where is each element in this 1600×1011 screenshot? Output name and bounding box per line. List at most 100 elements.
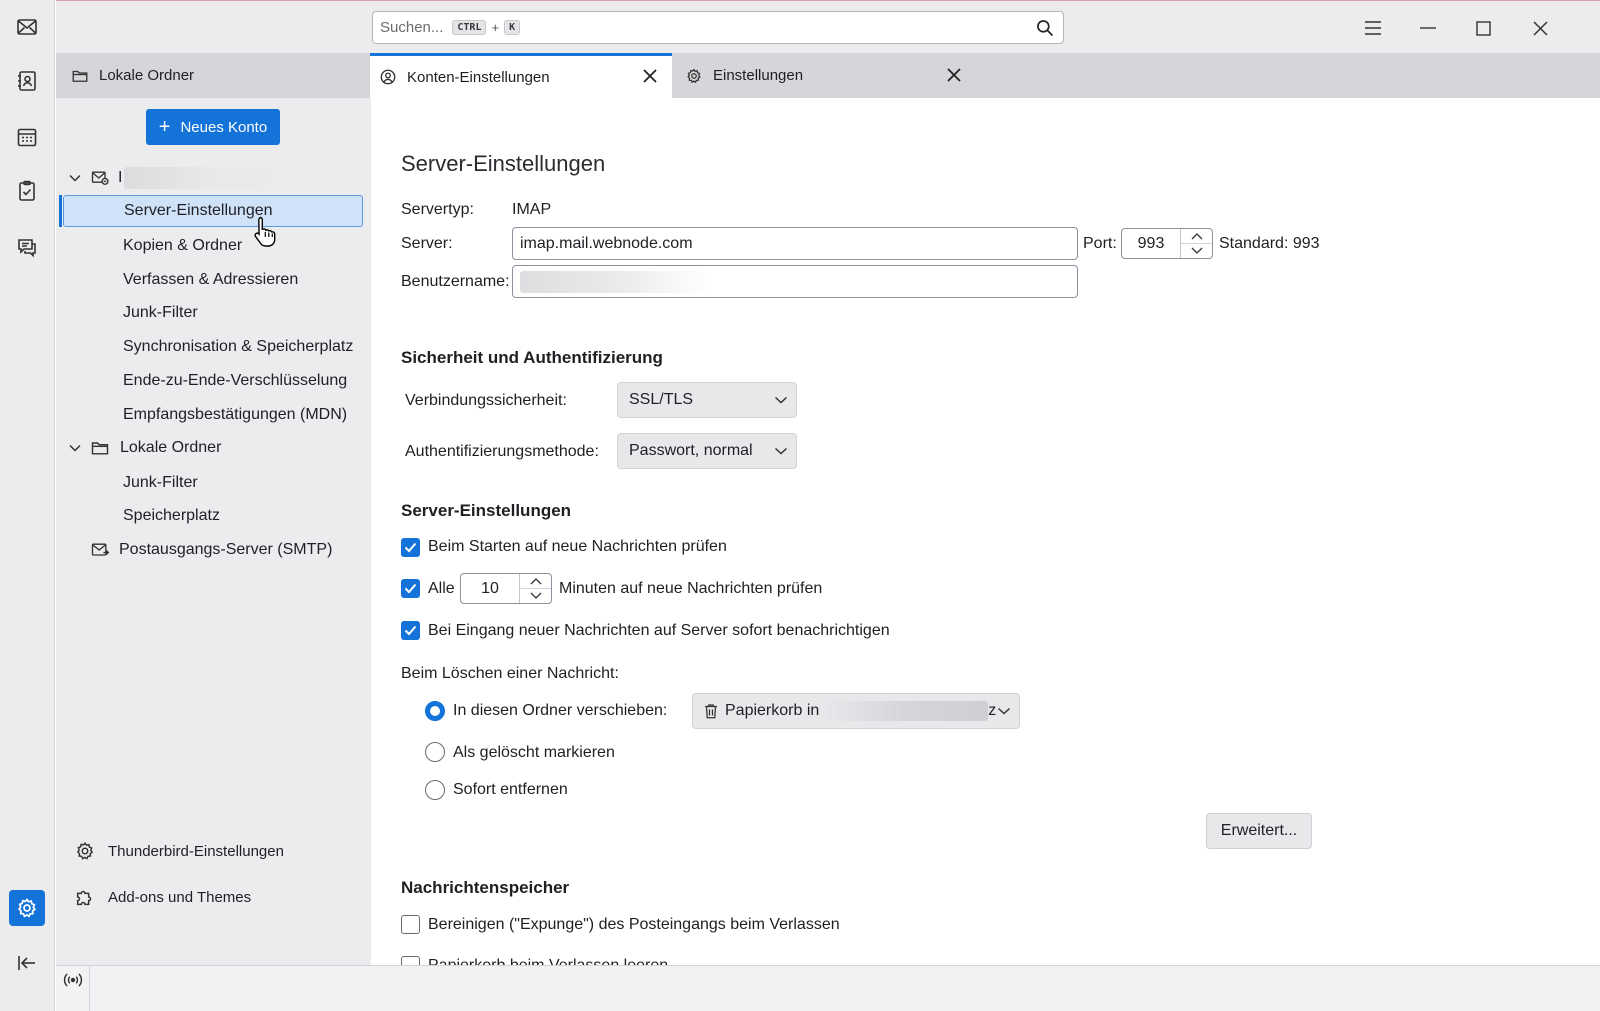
calendar-icon[interactable] <box>9 119 45 155</box>
tab-label: Einstellungen <box>713 67 804 84</box>
tree-item-label: Lokale Ordner <box>120 439 222 456</box>
settings-gear-icon[interactable] <box>9 890 45 926</box>
remove-immediately-radio[interactable] <box>425 780 445 800</box>
shortcut-key-k: K <box>504 20 521 35</box>
close-tab-icon[interactable] <box>944 65 964 85</box>
tree-local-junk-filter[interactable]: Junk-Filter <box>123 467 198 499</box>
addons-themes-link[interactable]: Add-ons und Themes <box>74 882 251 912</box>
server-label: Server: <box>401 235 453 252</box>
spaces-toolbar <box>0 0 55 1011</box>
tree-copies-folders[interactable]: Kopien & Ordner <box>123 230 242 262</box>
security-heading: Sicherheit und Authentifizierung <box>401 348 663 367</box>
mark-deleted-radio[interactable] <box>425 742 445 762</box>
tree-junk-filter[interactable]: Junk-Filter <box>123 297 198 329</box>
mail-account-icon <box>91 171 109 185</box>
tree-smtp-server[interactable]: Postausgangs-Server (SMTP) <box>90 534 332 566</box>
tab-settings[interactable]: Einstellungen <box>674 53 976 98</box>
tree-sync-storage[interactable]: Synchronisation & Speicherplatz <box>123 331 353 363</box>
check-every-checkbox[interactable] <box>401 579 420 598</box>
tab-local-folders[interactable]: Lokale Ordner <box>56 53 368 98</box>
new-account-button[interactable]: + Neues Konto <box>146 109 280 145</box>
port-stepper[interactable]: 993 <box>1121 228 1213 259</box>
thunderbird-settings-link[interactable]: Thunderbird-Einstellungen <box>74 836 284 866</box>
tasks-icon[interactable] <box>9 173 45 209</box>
tree-item-label: Synchronisation & Speicherplatz <box>123 338 354 355</box>
tree-item-label: Postausgangs-Server (SMTP) <box>119 541 333 558</box>
check-on-start-checkbox[interactable] <box>401 538 420 557</box>
selection-indicator <box>59 195 62 227</box>
move-to-folder-label: In diesen Ordner verschieben: <box>453 702 668 719</box>
tree-account-root[interactable]: I <box>68 162 358 194</box>
check-interval-stepper[interactable]: 10 <box>460 573 552 604</box>
tab-label: Lokale Ordner <box>99 67 195 84</box>
expunge-inbox-checkbox[interactable] <box>401 915 420 934</box>
tree-item-label: Ende-zu-Ende-Verschlüsselung <box>123 372 348 389</box>
puzzle-icon <box>76 890 92 906</box>
gear-icon <box>76 842 94 860</box>
tree-e2e-encryption[interactable]: Ende-zu-Ende-Verschlüsselung <box>123 365 347 397</box>
select-value: Passwort, normal <box>629 442 753 459</box>
chevron-down-icon <box>774 396 788 404</box>
select-value-tail: z <box>988 702 997 719</box>
trash-folder-select[interactable]: Papierkorb in z <box>692 693 1020 729</box>
tree-local-folders[interactable]: Lokale Ordner <box>68 432 221 464</box>
tree-item-label: Server-Einstellungen <box>124 202 273 219</box>
online-status-icon[interactable] <box>62 969 84 991</box>
server-settings-heading: Server-Einstellungen <box>401 501 572 520</box>
auth-method-select[interactable]: Passwort, normal <box>617 433 797 469</box>
tab-account-settings[interactable]: Konten-Einstellungen <box>370 53 672 98</box>
tree-item-label: Junk-Filter <box>123 474 198 491</box>
redacted-folder-account <box>823 701 989 721</box>
page-title: Server-Einstellungen <box>401 151 606 176</box>
close-tab-icon[interactable] <box>640 66 660 86</box>
minimize-icon[interactable] <box>1413 13 1443 43</box>
notify-immediately-checkbox[interactable] <box>401 621 420 640</box>
close-window-icon[interactable] <box>1525 13 1555 43</box>
remove-immediately-label: Sofort entfernen <box>453 781 568 798</box>
tree-local-storage[interactable]: Speicherplatz <box>123 500 220 532</box>
tree-item-label: Junk-Filter <box>123 304 198 321</box>
decrement-icon[interactable] <box>1181 243 1212 258</box>
chevron-down-icon[interactable] <box>68 441 82 455</box>
move-to-folder-radio[interactable] <box>425 701 445 721</box>
search-input[interactable]: Suchen... CTRL + K <box>372 11 1064 44</box>
tree-server-settings[interactable]: Server-Einstellungen <box>63 195 363 227</box>
search-icon[interactable] <box>1035 18 1055 38</box>
plus-icon: + <box>158 116 171 138</box>
username-input[interactable] <box>512 265 1078 298</box>
account-name-initial: I <box>118 169 123 186</box>
trash-icon <box>705 704 717 719</box>
search-placeholder: Suchen... <box>380 19 444 36</box>
server-hostname-input[interactable]: imap.mail.webnode.com <box>512 227 1078 260</box>
tree-return-receipts[interactable]: Empfangsbestätigungen (MDN) <box>123 399 347 431</box>
address-book-icon[interactable] <box>9 63 45 99</box>
advanced-button[interactable]: Erweitert... <box>1206 813 1312 849</box>
chat-icon[interactable] <box>9 229 45 265</box>
menu-icon[interactable] <box>1358 13 1388 43</box>
mail-icon[interactable] <box>9 9 45 45</box>
connection-security-select[interactable]: SSL/TLS <box>617 382 797 418</box>
chevron-down-icon[interactable] <box>68 171 82 185</box>
check-interval-value: 10 <box>481 579 499 597</box>
shortcut-plus: + <box>491 20 500 35</box>
tree-item-label: Empfangsbestätigungen (MDN) <box>123 406 348 423</box>
port-label: Port: <box>1083 235 1117 252</box>
link-label: Add-ons und Themes <box>108 888 252 906</box>
status-bar <box>56 965 1600 1011</box>
server-type-label: Servertyp: <box>401 201 474 218</box>
auth-method-label: Authentifizierungsmethode: <box>405 443 599 460</box>
decrement-icon[interactable] <box>520 588 551 603</box>
outgoing-server-icon <box>91 543 110 556</box>
connection-security-label: Verbindungssicherheit: <box>405 392 567 409</box>
select-value: Papierkorb in <box>725 702 820 719</box>
tree-composition-addressing[interactable]: Verfassen & Adressieren <box>123 264 298 296</box>
redacted-username <box>520 270 710 293</box>
maximize-icon[interactable] <box>1468 13 1498 43</box>
chevron-down-icon <box>774 447 788 455</box>
increment-icon[interactable] <box>1181 229 1212 243</box>
empty-trash-checkbox[interactable] <box>401 956 420 965</box>
collapse-sidebar-icon[interactable] <box>9 945 45 981</box>
chevron-down-icon <box>997 707 1011 715</box>
increment-icon[interactable] <box>520 574 551 588</box>
empty-trash-label: Papierkorb beim Verlassen leeren <box>428 957 668 965</box>
